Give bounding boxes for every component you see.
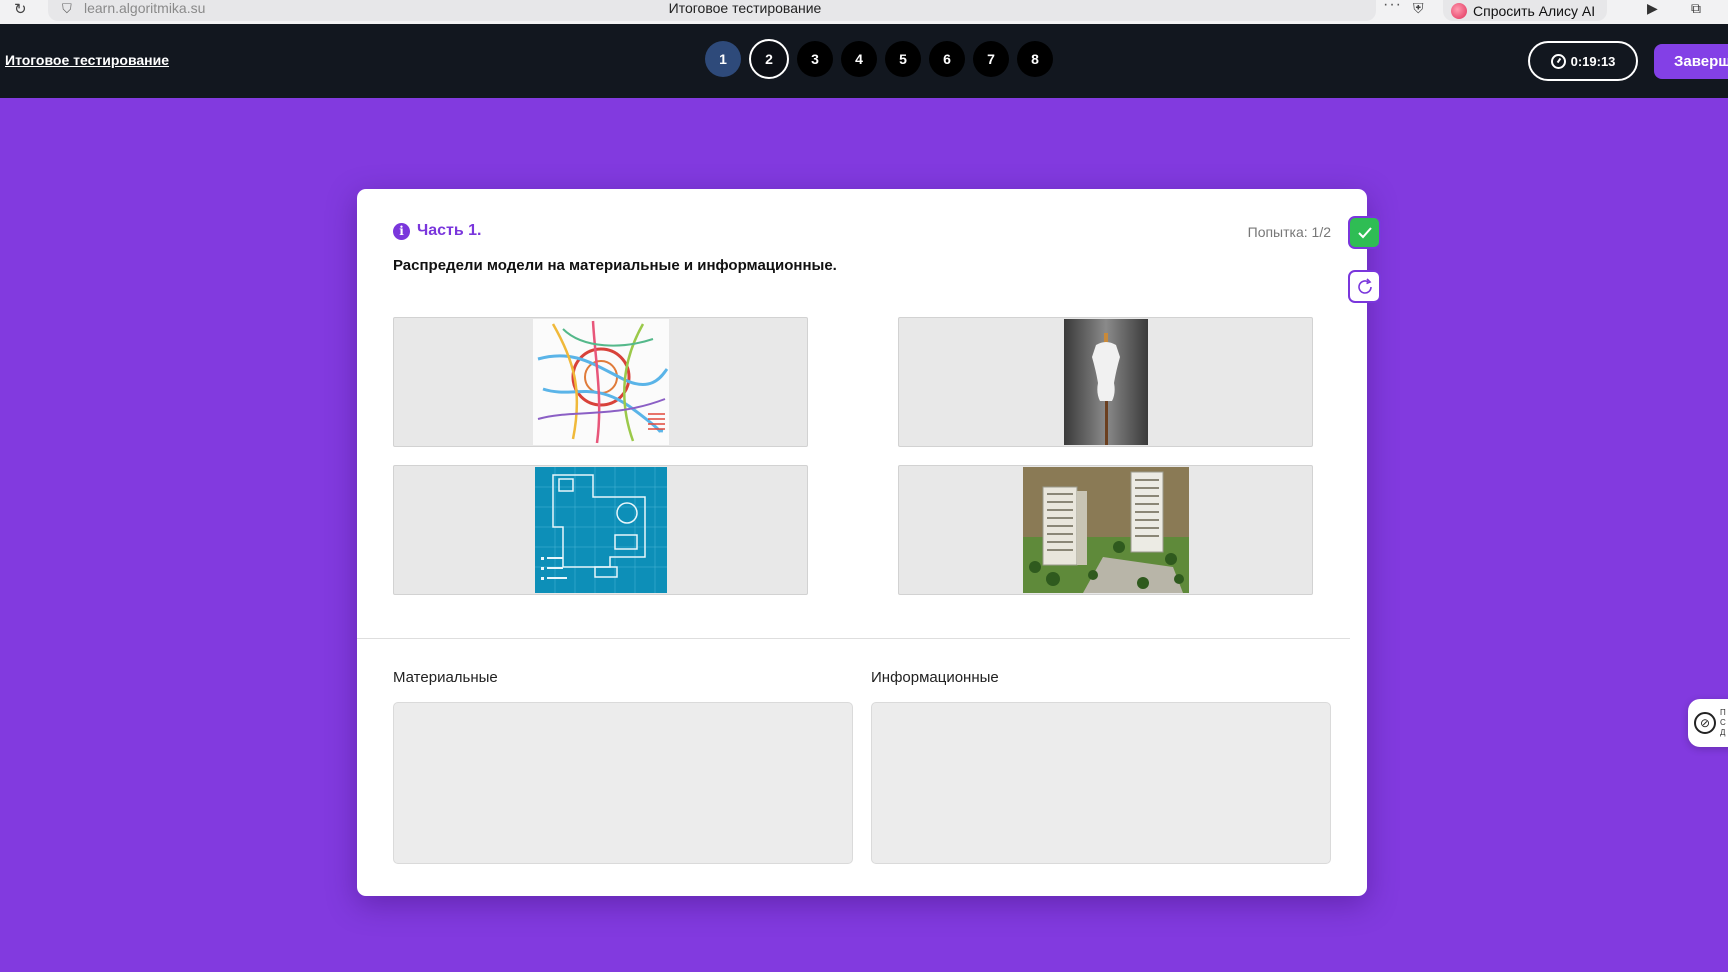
question-button-3[interactable]: 3 — [797, 41, 833, 77]
bookmark-icon[interactable]: ⛨ — [1413, 0, 1424, 17]
timer: 0:19:13 — [1528, 41, 1638, 81]
question-button-1[interactable]: 1 — [705, 41, 741, 77]
part-heading: i Часть 1. — [393, 222, 482, 240]
section-divider — [357, 638, 1350, 639]
question-button-4[interactable]: 4 — [841, 41, 877, 77]
mannequin-image — [1063, 319, 1148, 445]
refresh-icon — [1357, 277, 1372, 294]
draggable-item-floor-plan[interactable] — [393, 465, 808, 595]
building-model-image — [1022, 467, 1189, 593]
compass-icon: ⊘ — [1694, 712, 1716, 734]
informational-column-label: Информационные — [871, 669, 999, 686]
task-card: i Часть 1. Попытка: 1/2 Распредели модел… — [357, 189, 1367, 896]
question-button-6[interactable]: 6 — [929, 41, 965, 77]
material-column-label: Материальные — [393, 669, 498, 686]
info-icon: i — [393, 222, 410, 240]
question-button-5[interactable]: 5 — [885, 41, 921, 77]
draggable-item-building-model[interactable] — [898, 465, 1313, 595]
alice-icon — [1451, 2, 1467, 19]
help-widget[interactable]: ⊘ П С Д — [1688, 699, 1728, 747]
extensions-icon[interactable]: ⧉ — [1691, 0, 1701, 17]
finish-button[interactable]: Заверш — [1654, 44, 1728, 79]
test-title[interactable]: Итоговое тестирование — [5, 52, 169, 68]
draggable-item-mannequin[interactable] — [898, 317, 1313, 447]
timer-value: 0:19:13 — [1570, 53, 1616, 69]
question-text: Распредели модели на материальные и инфо… — [393, 257, 837, 274]
metro-map-image — [532, 319, 669, 445]
part-label: Часть 1. — [417, 222, 482, 239]
informational-drop-zone[interactable] — [871, 702, 1331, 864]
stopwatch-icon — [1550, 53, 1566, 69]
browser-page-title: Итоговое тестирование — [668, 0, 822, 16]
browser-toolbar: ↻ ⛉ learn.algoritmika.su Итоговое тестир… — [0, 0, 1728, 24]
retry-button[interactable] — [1348, 270, 1381, 303]
material-drop-zone[interactable] — [393, 702, 853, 864]
question-button-8[interactable]: 8 — [1017, 41, 1053, 77]
question-button-2[interactable]: 2 — [749, 39, 789, 79]
question-button-7[interactable]: 7 — [973, 41, 1009, 77]
check-answer-button[interactable] — [1348, 216, 1381, 249]
check-icon — [1357, 226, 1372, 238]
media-icon[interactable]: ▶ — [1647, 0, 1658, 17]
question-navigation: 1 2 3 4 5 6 7 8 — [705, 39, 1053, 79]
test-header: Итоговое тестирование 1 2 3 4 5 6 7 8 0:… — [0, 24, 1728, 98]
ask-alice-button[interactable]: Спросить Алису AI — [1443, 0, 1608, 21]
draggable-item-metro-map[interactable] — [393, 317, 808, 447]
ask-alice-label: Спросить Алису AI — [1473, 2, 1596, 19]
floor-plan-image — [534, 467, 667, 593]
attempt-counter: Попытка: 1/2 — [1247, 224, 1331, 240]
help-widget-text: П С Д — [1720, 708, 1726, 737]
more-icon[interactable]: ··· — [1383, 0, 1402, 14]
